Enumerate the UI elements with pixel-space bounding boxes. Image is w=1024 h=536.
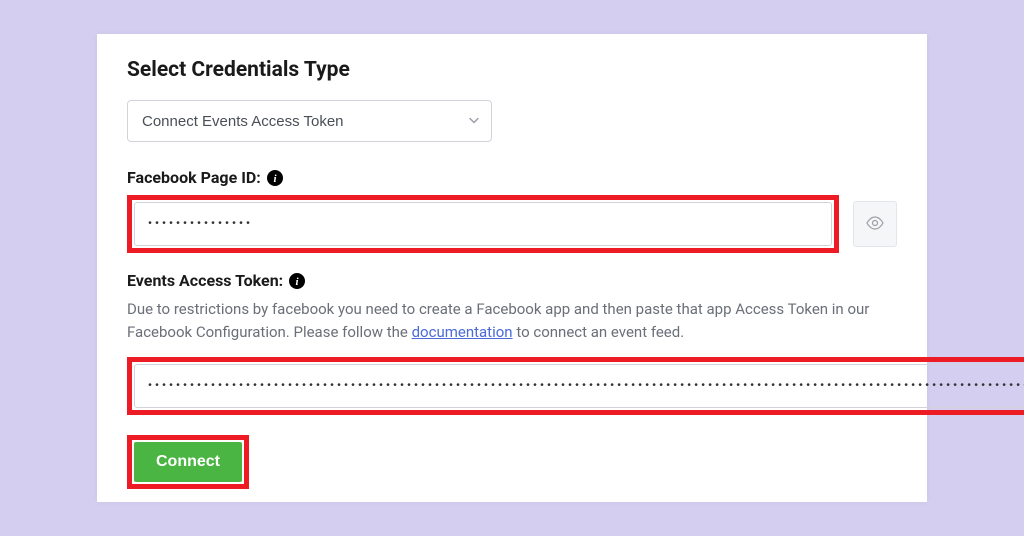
access-token-label: Events Access Token: bbox=[127, 271, 283, 290]
credentials-type-select[interactable]: Connect Events Access Token bbox=[127, 100, 492, 142]
eye-icon bbox=[865, 213, 885, 236]
access-token-help: Due to restrictions by facebook you need… bbox=[127, 298, 897, 343]
info-icon[interactable]: i bbox=[289, 273, 305, 289]
connect-button[interactable]: Connect bbox=[134, 442, 242, 482]
page-id-highlight: ••••••••••••••• bbox=[127, 195, 839, 253]
connect-highlight: Connect bbox=[127, 435, 249, 489]
access-token-input-row: ••••••••••••••••••••••••••••••••••••••••… bbox=[127, 357, 897, 415]
page-id-input[interactable]: ••••••••••••••• bbox=[134, 202, 832, 246]
panel-title: Select Credentials Type bbox=[127, 58, 897, 82]
credentials-type-select-wrapper: Connect Events Access Token bbox=[127, 100, 492, 142]
access-token-input[interactable]: ••••••••••••••••••••••••••••••••••••••••… bbox=[134, 364, 1024, 408]
page-id-label-row: Facebook Page ID: i bbox=[127, 168, 897, 187]
page-id-input-row: ••••••••••••••• bbox=[127, 195, 897, 253]
help-suffix: to connect an event feed. bbox=[513, 323, 685, 341]
credentials-panel: Select Credentials Type Connect Events A… bbox=[97, 34, 927, 502]
access-token-highlight: ••••••••••••••••••••••••••••••••••••••••… bbox=[127, 357, 1024, 415]
access-token-label-row: Events Access Token: i bbox=[127, 271, 897, 290]
info-icon[interactable]: i bbox=[267, 170, 283, 186]
page-id-label: Facebook Page ID: bbox=[127, 168, 261, 187]
documentation-link[interactable]: documentation bbox=[412, 323, 513, 341]
reveal-page-id-button[interactable] bbox=[853, 201, 897, 247]
